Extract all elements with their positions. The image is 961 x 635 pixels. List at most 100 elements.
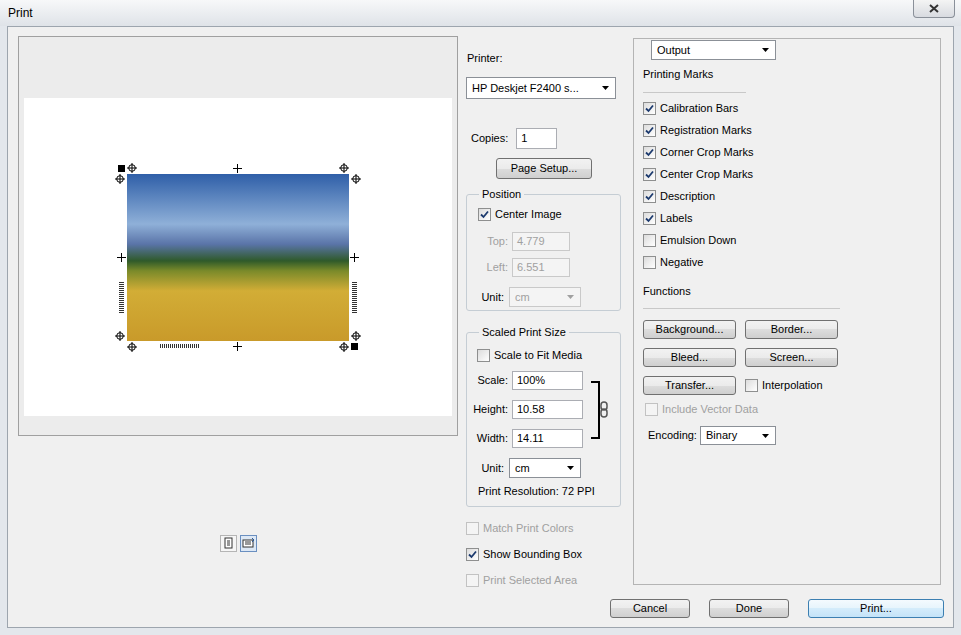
checkbox-box[interactable]	[643, 212, 656, 225]
close-icon	[929, 4, 939, 13]
printing-mark-checkbox[interactable]: Emulsion Down	[643, 233, 940, 248]
checkbox-box[interactable]	[643, 234, 656, 247]
function-button[interactable]: Border...	[745, 320, 838, 339]
checkbox-label: Labels	[660, 211, 692, 226]
print-dialog: PrintPrinter:HP Deskjet F2400 s...Copies…	[0, 0, 961, 635]
function-buttons: Background... Border... Bleed... Screen... T…	[643, 320, 940, 395]
option-checkbox: Print Selected Area	[466, 573, 621, 588]
checkbox-label: Emulsion Down	[660, 233, 736, 248]
dropdown-value: Output	[652, 42, 762, 59]
field-label: Height:	[467, 401, 512, 418]
section-select[interactable]: Output	[651, 40, 776, 60]
dropdown-arrow-icon	[762, 48, 769, 52]
checkbox-box[interactable]	[478, 208, 491, 221]
crop-mark-icon	[233, 164, 242, 173]
check-icon	[645, 192, 654, 201]
printer-select[interactable]: HP Deskjet F2400 s...	[466, 77, 616, 99]
check-icon	[645, 170, 654, 179]
preview-column	[18, 36, 458, 552]
copies-label: Copies:	[471, 130, 508, 147]
center-image-checkbox[interactable]: Center Image	[478, 207, 620, 222]
registration-mark-icon	[339, 163, 349, 173]
copies-input[interactable]: 1	[516, 128, 557, 149]
separator	[643, 92, 746, 93]
function-button[interactable]: Screen...	[745, 348, 838, 367]
position-field-row: Left:6.551	[467, 258, 620, 277]
registration-mark-icon	[351, 174, 361, 184]
dropdown-arrow-icon	[602, 86, 609, 90]
printing-mark-checkbox[interactable]: Negative	[643, 255, 940, 270]
window-title: Print	[0, 0, 33, 21]
size-field-row: Height:10.58	[467, 400, 583, 419]
position-field-row: Top:4.779	[467, 232, 620, 251]
encoding-row: Encoding:Binary	[648, 426, 940, 445]
dropdown-value: HP Deskjet F2400 s...	[467, 80, 602, 97]
include-vector-data-checkbox: Include Vector Data	[645, 402, 940, 417]
dialog-button[interactable]: Print...	[808, 599, 944, 618]
scale-to-fit-checkbox[interactable]: Scale to Fit Media	[477, 348, 620, 363]
checkbox-label: Registration Marks	[660, 123, 752, 138]
checkbox-box	[645, 403, 658, 416]
calibration-bar	[160, 344, 200, 348]
size-input[interactable]: 10.58	[512, 400, 583, 419]
checkbox-box[interactable]	[643, 190, 656, 203]
link-icon[interactable]	[590, 381, 612, 439]
printing-mark-checkbox[interactable]: Center Crop Marks	[643, 167, 940, 182]
checkbox-label: Include Vector Data	[662, 402, 758, 417]
dropdown-value: Binary	[701, 427, 762, 444]
orientation-button[interactable]	[240, 535, 257, 552]
checkbox-box	[466, 574, 479, 587]
handle[interactable]	[351, 343, 358, 350]
orientation-button[interactable]	[220, 535, 237, 552]
position-input: 6.551	[512, 258, 570, 277]
checkbox-box[interactable]	[745, 379, 758, 392]
page-setup-button[interactable]: Page Setup...	[496, 158, 592, 179]
registration-mark-icon	[127, 163, 137, 173]
checkbox-box[interactable]	[466, 548, 479, 561]
crop-mark-icon	[350, 253, 359, 262]
orientation-buttons	[18, 535, 458, 552]
registration-mark-icon	[339, 342, 349, 352]
checkbox-box[interactable]	[643, 102, 656, 115]
checkbox-box	[466, 522, 479, 535]
size-input[interactable]: 14.11	[512, 429, 583, 448]
function-button[interactable]: Bleed...	[643, 348, 736, 367]
checkbox-label: Print Selected Area	[483, 573, 577, 588]
encoding-select[interactable]: Binary	[700, 426, 776, 445]
function-button[interactable]: Transfer...	[643, 376, 736, 395]
unit-row: Unit:cm	[467, 287, 620, 307]
interpolation-checkbox[interactable]: Interpolation	[745, 378, 823, 393]
separator	[643, 308, 840, 309]
preview-image[interactable]	[127, 174, 349, 341]
printing-mark-checkbox[interactable]: Registration Marks	[643, 123, 940, 138]
dialog-button[interactable]: Cancel	[610, 599, 690, 618]
close-button[interactable]	[913, 0, 955, 18]
check-icon	[645, 214, 654, 223]
printing-mark-checkbox[interactable]: Calibration Bars	[643, 101, 940, 116]
printing-mark-checkbox[interactable]: Description	[643, 189, 940, 204]
checkbox-box[interactable]	[643, 146, 656, 159]
check-icon	[468, 550, 477, 559]
printing-marks-list: Calibration Bars Registration Marks Corner…	[643, 101, 940, 270]
size-field-row: Scale:100%	[467, 371, 583, 390]
option-checkbox[interactable]: Show Bounding Box	[466, 547, 621, 562]
unit-select[interactable]: cm	[509, 458, 581, 478]
checkbox-box[interactable]	[643, 124, 656, 137]
function-button[interactable]: Background...	[643, 320, 736, 339]
settings-column: Printer:HP Deskjet F2400 s...Copies:1Pag…	[466, 27, 621, 588]
dialog-button[interactable]: Done	[709, 599, 789, 618]
checkbox-box[interactable]	[477, 349, 490, 362]
checkbox-label: Interpolation	[762, 378, 823, 393]
dropdown-arrow-icon	[762, 434, 769, 438]
registration-mark-icon	[351, 331, 361, 341]
group-title: Position	[479, 187, 524, 202]
checkbox-box[interactable]	[643, 256, 656, 269]
printing-mark-checkbox[interactable]: Corner Crop Marks	[643, 145, 940, 160]
section-title: Functions	[643, 284, 940, 299]
printing-mark-checkbox[interactable]: Labels	[643, 211, 940, 226]
section-title: Printing Marks	[643, 67, 940, 82]
checkbox-box[interactable]	[643, 168, 656, 181]
size-input[interactable]: 100%	[512, 371, 583, 390]
position-input: 4.779	[512, 232, 570, 251]
handle[interactable]	[118, 165, 125, 172]
